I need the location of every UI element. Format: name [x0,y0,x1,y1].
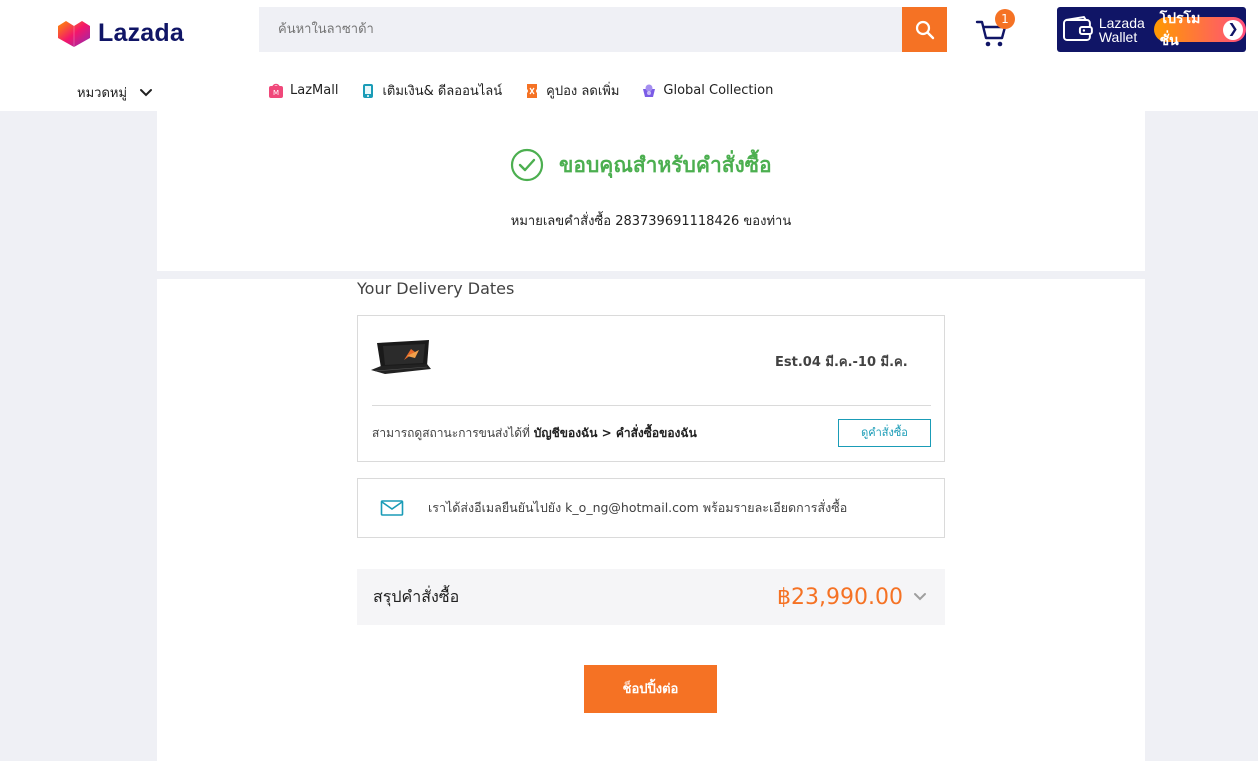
wallet-promo-label: โปรโมชั่น [1159,10,1201,49]
order-number-prefix: หมายเลขคำสั่งซื้อ [510,214,612,229]
confirmation-panel [157,111,1145,271]
global-icon [643,84,656,97]
nav-item-label: LazMall [290,83,339,98]
nav-item-label: เติมเงิน& ดีลออนไลน์ [382,84,503,99]
svg-text:M: M [273,89,279,97]
tracking-hint: สามารถดูสถานะการขนส่งได้ที่ บัญชีของฉัน … [372,424,697,443]
search-input[interactable] [259,7,902,52]
order-summary-label: สรุปคำสั่งซื้อ [373,586,460,606]
wallet-label-line1: Lazada [1098,14,1145,31]
nav-item-lazmall[interactable]: M LazMall [268,83,338,99]
email-confirmation-notice: เราได้ส่งอีเมลยืนยันไปยัง k_o_ng@hotmail… [357,478,945,538]
top-header: Lazada 1 Lazada Wallet โปร [0,0,1258,111]
tracking-hint-prefix: สามารถดูสถานะการขนส่งได้ที่ [372,426,530,440]
search-button[interactable] [902,7,947,52]
lazada-heart-icon [58,21,90,47]
nav-item-topup[interactable]: เติมเงิน& ดีลออนไลน์ [360,80,502,101]
topup-icon [363,83,374,98]
check-circle-icon [510,148,544,182]
lazada-wallet-banner[interactable]: Lazada Wallet โปรโมชั่น ❯ [1057,7,1246,52]
chevron-right-icon: ❯ [1223,19,1243,40]
thank-you-text: ขอบคุณสำหรับคำสั่งซื้อ [559,152,772,177]
chevron-down-icon [140,88,153,96]
nav-item-coupon[interactable]: คูปอง ลดเพิ่ม [524,80,619,101]
wallet-icon [1062,15,1093,41]
tracking-hint-path: บัญชีของฉัน > คำสั่งซื้อของฉัน [533,426,697,440]
nav-item-label: คูปอง ลดเพิ่ม [546,84,620,99]
estimated-delivery-date: Est.04 มี.ค.-10 มี.ค. [775,355,908,370]
mail-icon [380,500,404,516]
thank-you-heading: ขอบคุณสำหรับคำสั่งซื้อ [510,148,772,182]
lazmall-icon: M [269,83,283,98]
chevron-down-icon [914,593,926,601]
cart-count-badge: 1 [995,9,1015,29]
cart-button[interactable]: 1 [975,9,1015,51]
order-summary-toggle[interactable]: สรุปคำสั่งซื้อ ฿23,990.00 [357,569,945,625]
continue-shopping-button[interactable]: ช็อปปิ้งต่อ [584,665,717,713]
category-label: หมวดหมู่ [77,86,128,101]
category-dropdown[interactable]: หมวดหมู่ [77,82,153,103]
wallet-label-line2: Wallet [1098,28,1138,45]
order-number-suffix: ของท่าน [743,214,792,229]
nav-item-label: Global Collection [663,83,774,98]
delivery-card: Est.04 มี.ค.-10 มี.ค. สามารถดูสถานะการขน… [357,315,945,462]
search-icon [915,20,934,39]
order-total: ฿23,990.00 [777,584,903,610]
coupon-icon [527,83,538,98]
product-thumbnail[interactable] [371,340,433,376]
top-nav: M LazMall เติมเงิน& ดีลออนไลน์ คูปอง ลดเ… [268,80,795,101]
view-order-button[interactable]: ดูคำสั่งซื้อ [838,419,931,447]
nav-item-global-collection[interactable]: Global Collection [641,83,773,99]
order-number-line: หมายเลขคำสั่งซื้อ 283739691118426 ของท่า… [0,210,1258,231]
search-bar [259,7,947,52]
wallet-label: Lazada Wallet [1099,16,1151,44]
delivery-dates-title: Your Delivery Dates [357,279,515,298]
order-number: 283739691118426 [615,214,740,229]
wallet-promo-pill: โปรโมชั่น ❯ [1153,11,1246,49]
email-confirmation-text: เราได้ส่งอีเมลยืนยันไปยัง k_o_ng@hotmail… [428,500,848,515]
lazada-logo[interactable]: Lazada [56,16,184,50]
divider [372,405,931,406]
logo-text: Lazada [98,18,184,47]
